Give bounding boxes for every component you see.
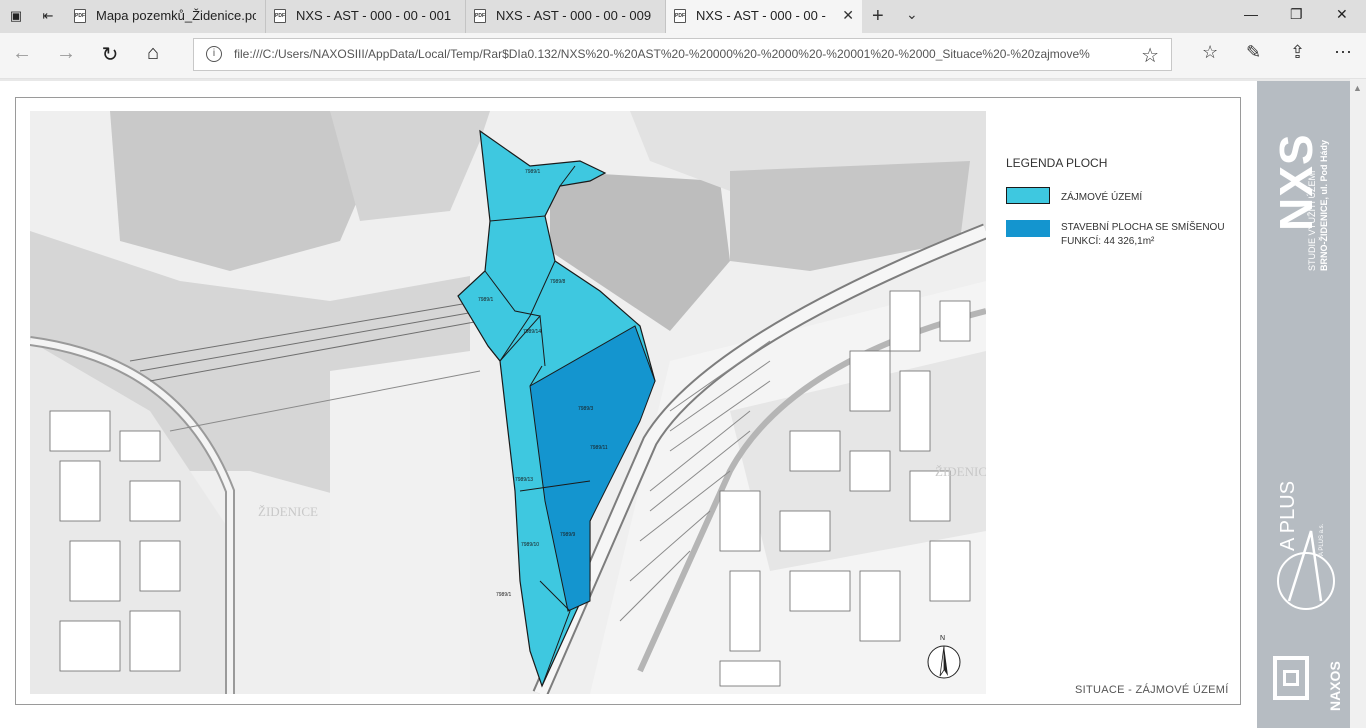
url-text[interactable]: file:///C:/Users/NAXOSIII/AppData/Local/… bbox=[234, 47, 1129, 61]
close-tab-icon[interactable]: ✕ bbox=[842, 7, 854, 24]
legend-title: LEGENDA PLOCH bbox=[1006, 156, 1108, 170]
north-label: N bbox=[940, 635, 945, 642]
scrollbar[interactable]: ▲ bbox=[1350, 79, 1366, 728]
legend-label-zajmove: ZÁJMOVÉ ÚZEMÍ bbox=[1061, 192, 1143, 203]
site-map: 7989/1 7989/1 7989/8 7989/14 7989/3 7989… bbox=[30, 111, 986, 694]
address-bar[interactable]: i file:///C:/Users/NAXOSIII/AppData/Loca… bbox=[193, 38, 1172, 71]
title-block: NXS STUDIE VYUŽITÍ ÚZEMÍ BRNO-ŽIDENICE, … bbox=[1257, 81, 1350, 728]
favorite-star-icon[interactable]: ☆ bbox=[1141, 43, 1159, 68]
new-tab-icon[interactable]: + bbox=[872, 5, 884, 28]
navigation-bar: ← → ↻ ⌂ i file:///C:/Users/NAXOSIII/AppD… bbox=[0, 33, 1366, 79]
parcel-label: 7989/10 bbox=[521, 542, 539, 548]
pen-notes-icon[interactable]: ✎ bbox=[1246, 42, 1261, 63]
legend-label-stavebni-2: FUNKCÍ: 44 326,1m² bbox=[1061, 236, 1155, 247]
tab-title: NXS - AST - 000 - 00 - ( bbox=[696, 8, 828, 23]
tab-bar: ▣ ⇤ PDF Mapa pozemků_Židenice.pc PDF NXS… bbox=[0, 0, 1366, 33]
tab-mapa-pozemku[interactable]: PDF Mapa pozemků_Židenice.pc bbox=[66, 0, 266, 33]
minimize-icon[interactable]: — bbox=[1244, 6, 1258, 22]
legend-swatch-zajmove bbox=[1006, 187, 1050, 204]
parcel-label: 7989/13 bbox=[515, 477, 533, 483]
parcel-label: 7989/1 bbox=[496, 592, 512, 598]
share-icon[interactable]: ⇪ bbox=[1290, 42, 1305, 63]
parcel-label: 7989/9 bbox=[560, 532, 576, 538]
tab-nxs-009[interactable]: PDF NXS - AST - 000 - 00 - 009 · bbox=[466, 0, 666, 33]
tab-nxs-001[interactable]: PDF NXS - AST - 000 - 00 - 001 · bbox=[266, 0, 466, 33]
legend-swatch-stavebni bbox=[1006, 220, 1050, 237]
tab-title: Mapa pozemků_Židenice.pc bbox=[96, 8, 256, 23]
restore-icon[interactable]: ❐ bbox=[1290, 6, 1303, 23]
info-icon[interactable]: i bbox=[206, 46, 222, 62]
close-window-icon[interactable]: ✕ bbox=[1336, 6, 1348, 23]
aplus-small: A PLUS a.s. bbox=[1319, 523, 1325, 556]
refresh-icon[interactable]: ↻ bbox=[98, 42, 122, 67]
study-line-2: BRNO-ŽIDENICE, ul. Pod Hády bbox=[1319, 139, 1329, 271]
chevron-down-icon[interactable]: ⌄ bbox=[906, 6, 918, 23]
tab-nxs-active[interactable]: PDF NXS - AST - 000 - 00 - ( ✕ bbox=[666, 0, 862, 33]
tab-actions-icon[interactable]: ▣ bbox=[8, 8, 24, 24]
district-label-2: ŽIDENICE bbox=[935, 464, 986, 479]
pdf-icon: PDF bbox=[74, 9, 86, 23]
pdf-icon: PDF bbox=[474, 9, 486, 23]
sheet-title: SITUACE - ZÁJMOVÉ ÚZEMÍ bbox=[1075, 684, 1229, 696]
parcel-label: 7989/3 bbox=[578, 406, 594, 412]
favorites-list-icon[interactable]: ☆ bbox=[1202, 42, 1218, 63]
aplus-text: A PLUS bbox=[1277, 480, 1299, 551]
legend-label-stavebni-1: STAVEBNÍ PLOCHA SE SMÍŠENOU bbox=[1061, 222, 1225, 233]
pdf-icon: PDF bbox=[274, 9, 286, 23]
parcel-label: 7989/1 bbox=[478, 297, 494, 303]
back-arrow-icon[interactable]: ← bbox=[10, 42, 34, 65]
set-aside-tabs-icon[interactable]: ⇤ bbox=[40, 8, 56, 24]
pdf-icon: PDF bbox=[674, 9, 686, 23]
north-arrow-icon: N bbox=[927, 635, 961, 679]
parcel-label: 7989/8 bbox=[550, 279, 566, 285]
home-icon[interactable]: ⌂ bbox=[141, 42, 165, 65]
district-label: ŽIDENICE bbox=[258, 504, 318, 519]
parcel-label: 7989/14 bbox=[523, 329, 541, 335]
naxos-logo-icon bbox=[1273, 656, 1309, 700]
parcel-label: 7989/1 bbox=[525, 169, 541, 175]
more-menu-icon[interactable]: ⋯ bbox=[1334, 42, 1352, 63]
study-line-1: STUDIE VYUŽITÍ ÚZEMÍ bbox=[1307, 170, 1317, 271]
scroll-up-icon[interactable]: ▲ bbox=[1353, 83, 1362, 93]
tab-title: NXS - AST - 000 - 00 - 009 · bbox=[496, 8, 656, 23]
parcel-label: 7989/11 bbox=[590, 445, 608, 451]
naxos-text: NAXOS bbox=[1327, 661, 1343, 711]
tab-title: NXS - AST - 000 - 00 - 001 · bbox=[296, 8, 456, 23]
forward-arrow-icon[interactable]: → bbox=[54, 42, 78, 65]
